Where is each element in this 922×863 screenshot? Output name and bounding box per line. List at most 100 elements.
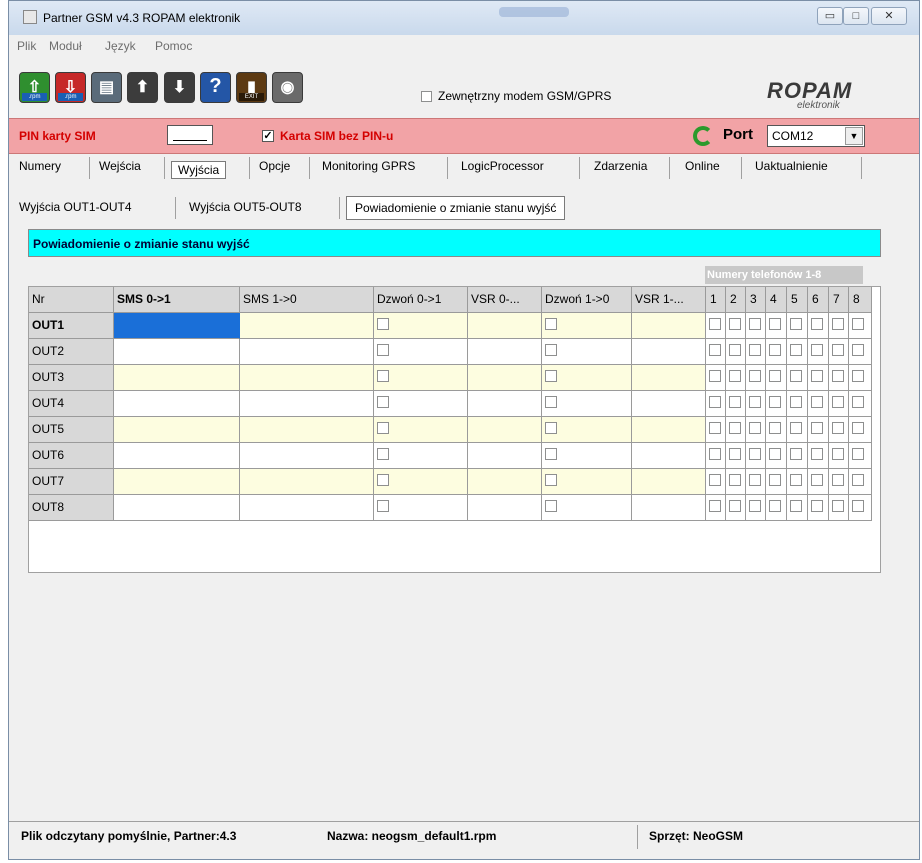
close-button[interactable]: ✕ [871,7,907,25]
phone-6-checkbox[interactable] [811,318,823,330]
phone-3-checkbox[interactable] [749,422,761,434]
subtab-powiadomienie[interactable]: Powiadomienie o zmianie stanu wyjść [346,196,566,220]
tab-numery[interactable]: Numery [19,159,61,173]
call-1-0-checkbox[interactable] [545,396,557,408]
pin-input[interactable] [167,125,213,145]
phone-6-checkbox[interactable] [811,500,823,512]
refresh-icon[interactable] [693,126,713,146]
phone-2-checkbox[interactable] [729,448,741,460]
phone-5-checkbox[interactable] [790,448,802,460]
tab-wejscia[interactable]: Wejścia [99,159,141,173]
menu-help[interactable]: Pomoc [155,39,192,53]
port-select[interactable]: COM12 ▼ [767,125,865,147]
phone-8-checkbox[interactable] [852,474,864,486]
phone-1-checkbox[interactable] [709,396,721,408]
phone-3-checkbox[interactable] [749,370,761,382]
tab-monitoring-gprs[interactable]: Monitoring GPRS [322,159,415,173]
phone-4-checkbox[interactable] [769,448,781,460]
phone-2-checkbox[interactable] [729,318,741,330]
phone-4-checkbox[interactable] [769,500,781,512]
call-1-0-checkbox[interactable] [545,448,557,460]
open-file-button[interactable]: ⇧ .rpm [19,72,50,103]
phone-3-checkbox[interactable] [749,474,761,486]
call-1-0-cell[interactable] [542,339,632,365]
phone-8-checkbox[interactable] [852,318,864,330]
phone-1-checkbox[interactable] [709,448,721,460]
phone-8-checkbox[interactable] [852,500,864,512]
phone-3-checkbox[interactable] [749,344,761,356]
phone-4-checkbox[interactable] [769,396,781,408]
sms-0-1-cell[interactable] [114,469,240,495]
phone-3-checkbox[interactable] [749,448,761,460]
sms-1-0-cell[interactable] [240,469,374,495]
call-0-1-cell[interactable] [374,469,468,495]
wireless-button[interactable]: ◉ [272,72,303,103]
call-0-1-cell[interactable] [374,495,468,521]
phone-8-checkbox[interactable] [852,396,864,408]
sms-1-0-cell[interactable] [240,339,374,365]
tab-zdarzenia[interactable]: Zdarzenia [594,159,647,173]
vsr-0-1-cell[interactable] [468,443,542,469]
phone-2-checkbox[interactable] [729,396,741,408]
vsr-0-1-cell[interactable] [468,339,542,365]
phone-6-checkbox[interactable] [811,396,823,408]
sms-1-0-cell[interactable] [240,313,374,339]
vsr-0-1-cell[interactable] [468,391,542,417]
phone-6-checkbox[interactable] [811,422,823,434]
call-0-1-checkbox[interactable] [377,370,389,382]
vsr-0-1-cell[interactable] [468,495,542,521]
phone-3-checkbox[interactable] [749,318,761,330]
phone-7-checkbox[interactable] [832,344,844,356]
phone-2-checkbox[interactable] [729,474,741,486]
phone-1-checkbox[interactable] [709,318,721,330]
call-1-0-checkbox[interactable] [545,318,557,330]
vsr-0-1-cell[interactable] [468,313,542,339]
phone-5-checkbox[interactable] [790,370,802,382]
vsr-0-1-cell[interactable] [468,469,542,495]
vsr-1-0-cell[interactable] [632,443,706,469]
phone-5-checkbox[interactable] [790,422,802,434]
phone-1-checkbox[interactable] [709,344,721,356]
call-0-1-checkbox[interactable] [377,318,389,330]
call-1-0-cell[interactable] [542,313,632,339]
phone-8-checkbox[interactable] [852,344,864,356]
phone-6-checkbox[interactable] [811,474,823,486]
menu-module[interactable]: Moduł [49,39,82,53]
call-0-1-cell[interactable] [374,339,468,365]
call-1-0-checkbox[interactable] [545,344,557,356]
phone-7-checkbox[interactable] [832,318,844,330]
call-0-1-cell[interactable] [374,365,468,391]
phone-7-checkbox[interactable] [832,422,844,434]
download-module-button[interactable]: ⬇ [164,72,195,103]
phone-7-checkbox[interactable] [832,370,844,382]
phone-2-checkbox[interactable] [729,422,741,434]
tab-logicprocessor[interactable]: LogicProcessor [461,159,544,173]
call-1-0-cell[interactable] [542,417,632,443]
phone-3-checkbox[interactable] [749,396,761,408]
call-0-1-cell[interactable] [374,313,468,339]
phone-2-checkbox[interactable] [729,500,741,512]
phone-4-checkbox[interactable] [769,474,781,486]
phone-5-checkbox[interactable] [790,344,802,356]
sms-0-1-cell[interactable] [114,339,240,365]
subtab-out5-out8[interactable]: Wyjścia OUT5-OUT8 [189,200,302,214]
phone-1-checkbox[interactable] [709,500,721,512]
sms-0-1-cell[interactable] [114,365,240,391]
call-1-0-checkbox[interactable] [545,500,557,512]
phone-5-checkbox[interactable] [790,318,802,330]
chevron-down-icon[interactable]: ▼ [845,127,863,145]
maximize-button[interactable]: □ [843,7,869,25]
call-1-0-cell[interactable] [542,391,632,417]
vsr-1-0-cell[interactable] [632,339,706,365]
upload-module-button[interactable]: ⬆ [127,72,158,103]
sms-1-0-cell[interactable] [240,495,374,521]
sms-0-1-cell[interactable] [114,417,240,443]
call-1-0-checkbox[interactable] [545,422,557,434]
phone-7-checkbox[interactable] [832,474,844,486]
call-0-1-cell[interactable] [374,443,468,469]
phone-3-checkbox[interactable] [749,500,761,512]
minimize-button[interactable]: ▭ [817,7,843,25]
phone-2-checkbox[interactable] [729,370,741,382]
exit-button[interactable]: ▮ EXIT [236,72,267,103]
call-0-1-checkbox[interactable] [377,474,389,486]
